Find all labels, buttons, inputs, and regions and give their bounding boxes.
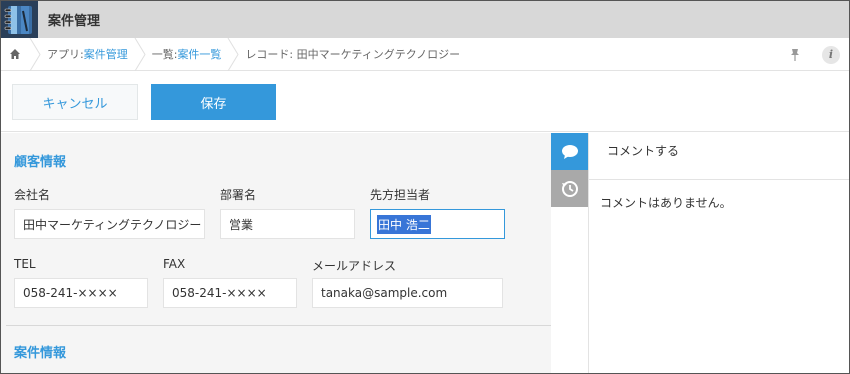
comment-tab[interactable] [551,133,588,170]
section-title-deal: 案件情報 [14,346,67,361]
save-button[interactable]: 保存 [151,84,276,120]
contact-field[interactable]: 田中 浩二 [370,209,505,239]
breadcrumb-separator-icon [29,37,41,71]
section-title-customer: 顧客情報 [14,155,67,170]
history-tab[interactable] [551,170,588,207]
speech-bubble-icon [561,144,578,159]
breadcrumb-separator-icon [228,37,240,71]
record-form: 顧客情報 会社名 田中マーケティングテクノロジー 部署名 営業 先方担当者 田中… [1,133,551,373]
tel-label: TEL [14,257,36,271]
breadcrumb-list-prefix: 一覧: [151,48,178,61]
breadcrumb-app[interactable]: アプリ: 案件管理 [41,46,134,62]
fax-field[interactable]: 058-241-×××× [163,278,297,308]
app-notebook-icon[interactable] [1,1,38,38]
app-title: 案件管理 [48,14,101,29]
breadcrumb-record: レコード: 田中マーケティングテクノロジー [239,46,466,62]
company-label: 会社名 [14,188,51,202]
history-icon [561,180,578,197]
breadcrumb-list[interactable]: 一覧: 案件一覧 [146,46,228,62]
department-label: 部署名 [220,188,257,202]
section-divider [6,325,551,326]
home-icon[interactable] [1,38,29,71]
email-field[interactable]: tanaka@sample.com [312,278,503,308]
breadcrumb-list-link[interactable]: 案件一覧 [177,46,221,62]
breadcrumb-actions: i [780,38,849,71]
contact-field-selected-text: 田中 浩二 [377,214,431,234]
breadcrumb-app-link[interactable]: 案件管理 [84,46,128,62]
app-header: 案件管理 [1,1,849,38]
side-tabs [551,133,588,373]
cancel-button[interactable]: キャンセル [12,84,138,120]
pin-icon[interactable] [780,38,810,71]
breadcrumb-app-prefix: アプリ: [47,48,84,61]
fax-label: FAX [163,257,186,271]
info-icon[interactable]: i [822,45,840,64]
tel-field[interactable]: 058-241-×××× [14,278,148,308]
contact-label: 先方担当者 [370,188,431,202]
edit-toolbar: キャンセル 保存 [1,71,849,132]
breadcrumb: アプリ: 案件管理 一覧: 案件一覧 レコード: 田中マーケティングテクノロジー… [1,37,849,71]
department-field[interactable]: 営業 [220,209,355,239]
app-window: 案件管理 アプリ: 案件管理 一覧: 案件一覧 レコード: 田中マーケティングテ… [0,0,850,374]
comment-input[interactable]: コメントする [589,133,849,180]
comment-empty-message: コメントはありません。 [600,196,732,210]
breadcrumb-record-label: レコード: 田中マーケティングテクノロジー [245,48,461,61]
email-label: メールアドレス [312,259,397,273]
comment-panel: コメントする コメントはありません。 [588,133,849,373]
breadcrumb-separator-icon [134,37,146,71]
company-field[interactable]: 田中マーケティングテクノロジー [14,209,205,239]
